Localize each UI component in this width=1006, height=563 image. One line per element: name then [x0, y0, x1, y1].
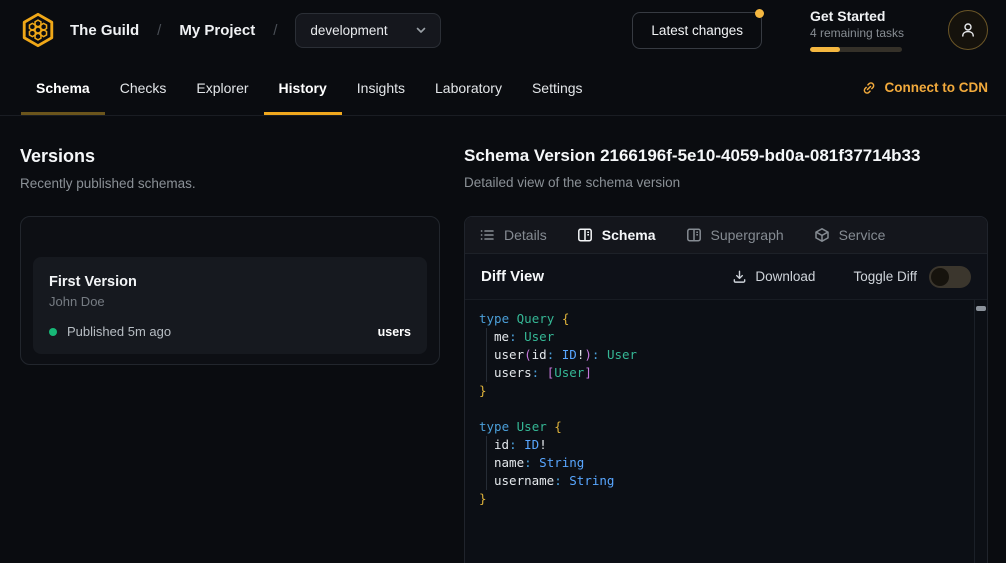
cube-icon	[814, 227, 830, 243]
nav-tab-underline	[342, 112, 420, 115]
toggle-diff-label: Toggle Diff	[853, 269, 917, 284]
download-button[interactable]: Download	[732, 269, 815, 284]
toggle-diff-switch[interactable]	[929, 266, 971, 288]
code-line: type User {	[479, 418, 963, 436]
get-started-title: Get Started	[810, 8, 902, 24]
schema-detail-container: Details Schema Supergr	[464, 216, 988, 563]
nav-tab-underline	[21, 112, 105, 115]
columns-icon	[686, 227, 702, 243]
columns-icon	[577, 227, 593, 243]
versions-panel: Versions Recently published schemas. Fir…	[20, 116, 440, 563]
nav-tab-underline	[517, 112, 598, 115]
guild-hive-logo-icon[interactable]	[18, 10, 58, 50]
nav-tab-label: History	[279, 80, 327, 96]
target-nav: Schema Checks Explorer History Insights Labor…	[0, 60, 1006, 116]
tab-details[interactable]: Details	[479, 227, 547, 243]
get-started-widget[interactable]: Get Started 4 remaining tasks	[810, 8, 902, 52]
nav-tab-label: Explorer	[196, 80, 248, 96]
nav-tab-underline	[181, 112, 263, 115]
breadcrumb-project[interactable]: My Project	[179, 22, 255, 39]
get-started-progress-fill	[810, 47, 840, 52]
get-started-remaining-tasks: 4 remaining tasks	[810, 26, 902, 40]
code-scrollbar[interactable]	[974, 300, 987, 563]
published-status-dot-icon	[49, 328, 57, 336]
person-icon	[958, 20, 978, 40]
nav-tabs: Schema Checks Explorer History Insights Labor…	[21, 60, 598, 115]
latest-changes-label: Latest changes	[651, 23, 743, 38]
nav-tab-insights[interactable]: Insights	[342, 60, 420, 115]
schema-version-subtitle: Detailed view of the schema version	[464, 175, 988, 190]
version-item-service-badge: users	[378, 325, 411, 339]
tab-service[interactable]: Service	[814, 227, 886, 243]
code-lines: type Query {me: Useruser(id: ID!): Useru…	[479, 310, 963, 508]
nav-tab-checks[interactable]: Checks	[105, 60, 182, 115]
target-selector-value: development	[310, 23, 387, 38]
tab-schema[interactable]: Schema	[577, 227, 656, 243]
code-line: user(id: ID!): User	[479, 346, 963, 364]
code-line: me: User	[479, 328, 963, 346]
versions-subtitle: Recently published schemas.	[20, 176, 440, 191]
nav-tab-explorer[interactable]: Explorer	[181, 60, 263, 115]
breadcrumb-separator: /	[273, 22, 277, 39]
nav-tab-underline	[105, 112, 182, 115]
diff-view-header: Diff View Download Toggle Diff	[465, 254, 987, 300]
nav-tab-underline	[420, 112, 517, 115]
detail-tabs: Details Schema Supergr	[465, 217, 987, 254]
download-label: Download	[755, 269, 815, 284]
code-line: }	[479, 382, 963, 400]
toggle-diff-knob	[931, 268, 949, 286]
code-line	[479, 400, 963, 418]
chevron-down-icon	[414, 23, 428, 37]
latest-changes-button[interactable]: Latest changes	[632, 12, 762, 49]
versions-list-card: First Version John Doe Published 5m ago …	[20, 216, 440, 365]
tab-supergraph-label: Supergraph	[711, 227, 784, 243]
version-item-author: John Doe	[49, 294, 411, 309]
code-line: name: String	[479, 454, 963, 472]
top-header: The Guild / My Project / development Lat…	[0, 0, 1006, 60]
version-detail-panel: Schema Version 2166196f-5e10-4059-bd0a-0…	[464, 116, 988, 563]
versions-title: Versions	[20, 146, 440, 167]
nav-tab-label: Schema	[36, 80, 90, 96]
tab-supergraph[interactable]: Supergraph	[686, 227, 784, 243]
target-selector[interactable]: development	[295, 13, 440, 48]
nav-tab-settings[interactable]: Settings	[517, 60, 598, 115]
code-line: username: String	[479, 472, 963, 490]
nav-tab-laboratory[interactable]: Laboratory	[420, 60, 517, 115]
diff-view-title: Diff View	[481, 268, 544, 285]
main-content: Versions Recently published schemas. Fir…	[0, 116, 1006, 563]
tab-details-label: Details	[504, 227, 547, 243]
tab-schema-label: Schema	[602, 227, 656, 243]
nav-tab-label: Checks	[120, 80, 167, 96]
nav-tab-label: Laboratory	[435, 80, 502, 96]
code-line: type Query {	[479, 310, 963, 328]
tab-service-label: Service	[839, 227, 886, 243]
breadcrumb: The Guild / My Project /	[70, 22, 277, 39]
code-line: }	[479, 490, 963, 508]
download-icon	[732, 269, 747, 284]
connect-to-cdn-label: Connect to CDN	[885, 80, 989, 95]
user-avatar[interactable]	[948, 10, 988, 50]
list-icon	[479, 227, 495, 243]
version-list-item[interactable]: First Version John Doe Published 5m ago …	[33, 257, 427, 354]
code-scrollbar-thumb[interactable]	[976, 306, 986, 311]
nav-tab-label: Settings	[532, 80, 583, 96]
nav-tab-history[interactable]: History	[264, 60, 342, 115]
nav-tab-schema[interactable]: Schema	[21, 60, 105, 115]
schema-sdl-code-viewer[interactable]: type Query {me: Useruser(id: ID!): Useru…	[465, 300, 987, 563]
code-line: users: [User]	[479, 364, 963, 382]
breadcrumb-org[interactable]: The Guild	[70, 22, 139, 39]
get-started-progressbar	[810, 47, 902, 52]
version-item-status: Published 5m ago	[67, 324, 171, 339]
schema-version-title: Schema Version 2166196f-5e10-4059-bd0a-0…	[464, 146, 988, 166]
breadcrumb-separator: /	[157, 22, 161, 39]
connect-to-cdn-button[interactable]: Connect to CDN	[861, 60, 989, 115]
nav-tab-label: Insights	[357, 80, 405, 96]
link-icon	[861, 80, 877, 96]
code-line: id: ID!	[479, 436, 963, 454]
version-item-title: First Version	[49, 274, 411, 290]
version-item-status-row: Published 5m ago users	[49, 324, 411, 339]
notification-dot	[755, 9, 764, 18]
nav-tab-underline	[264, 112, 342, 115]
